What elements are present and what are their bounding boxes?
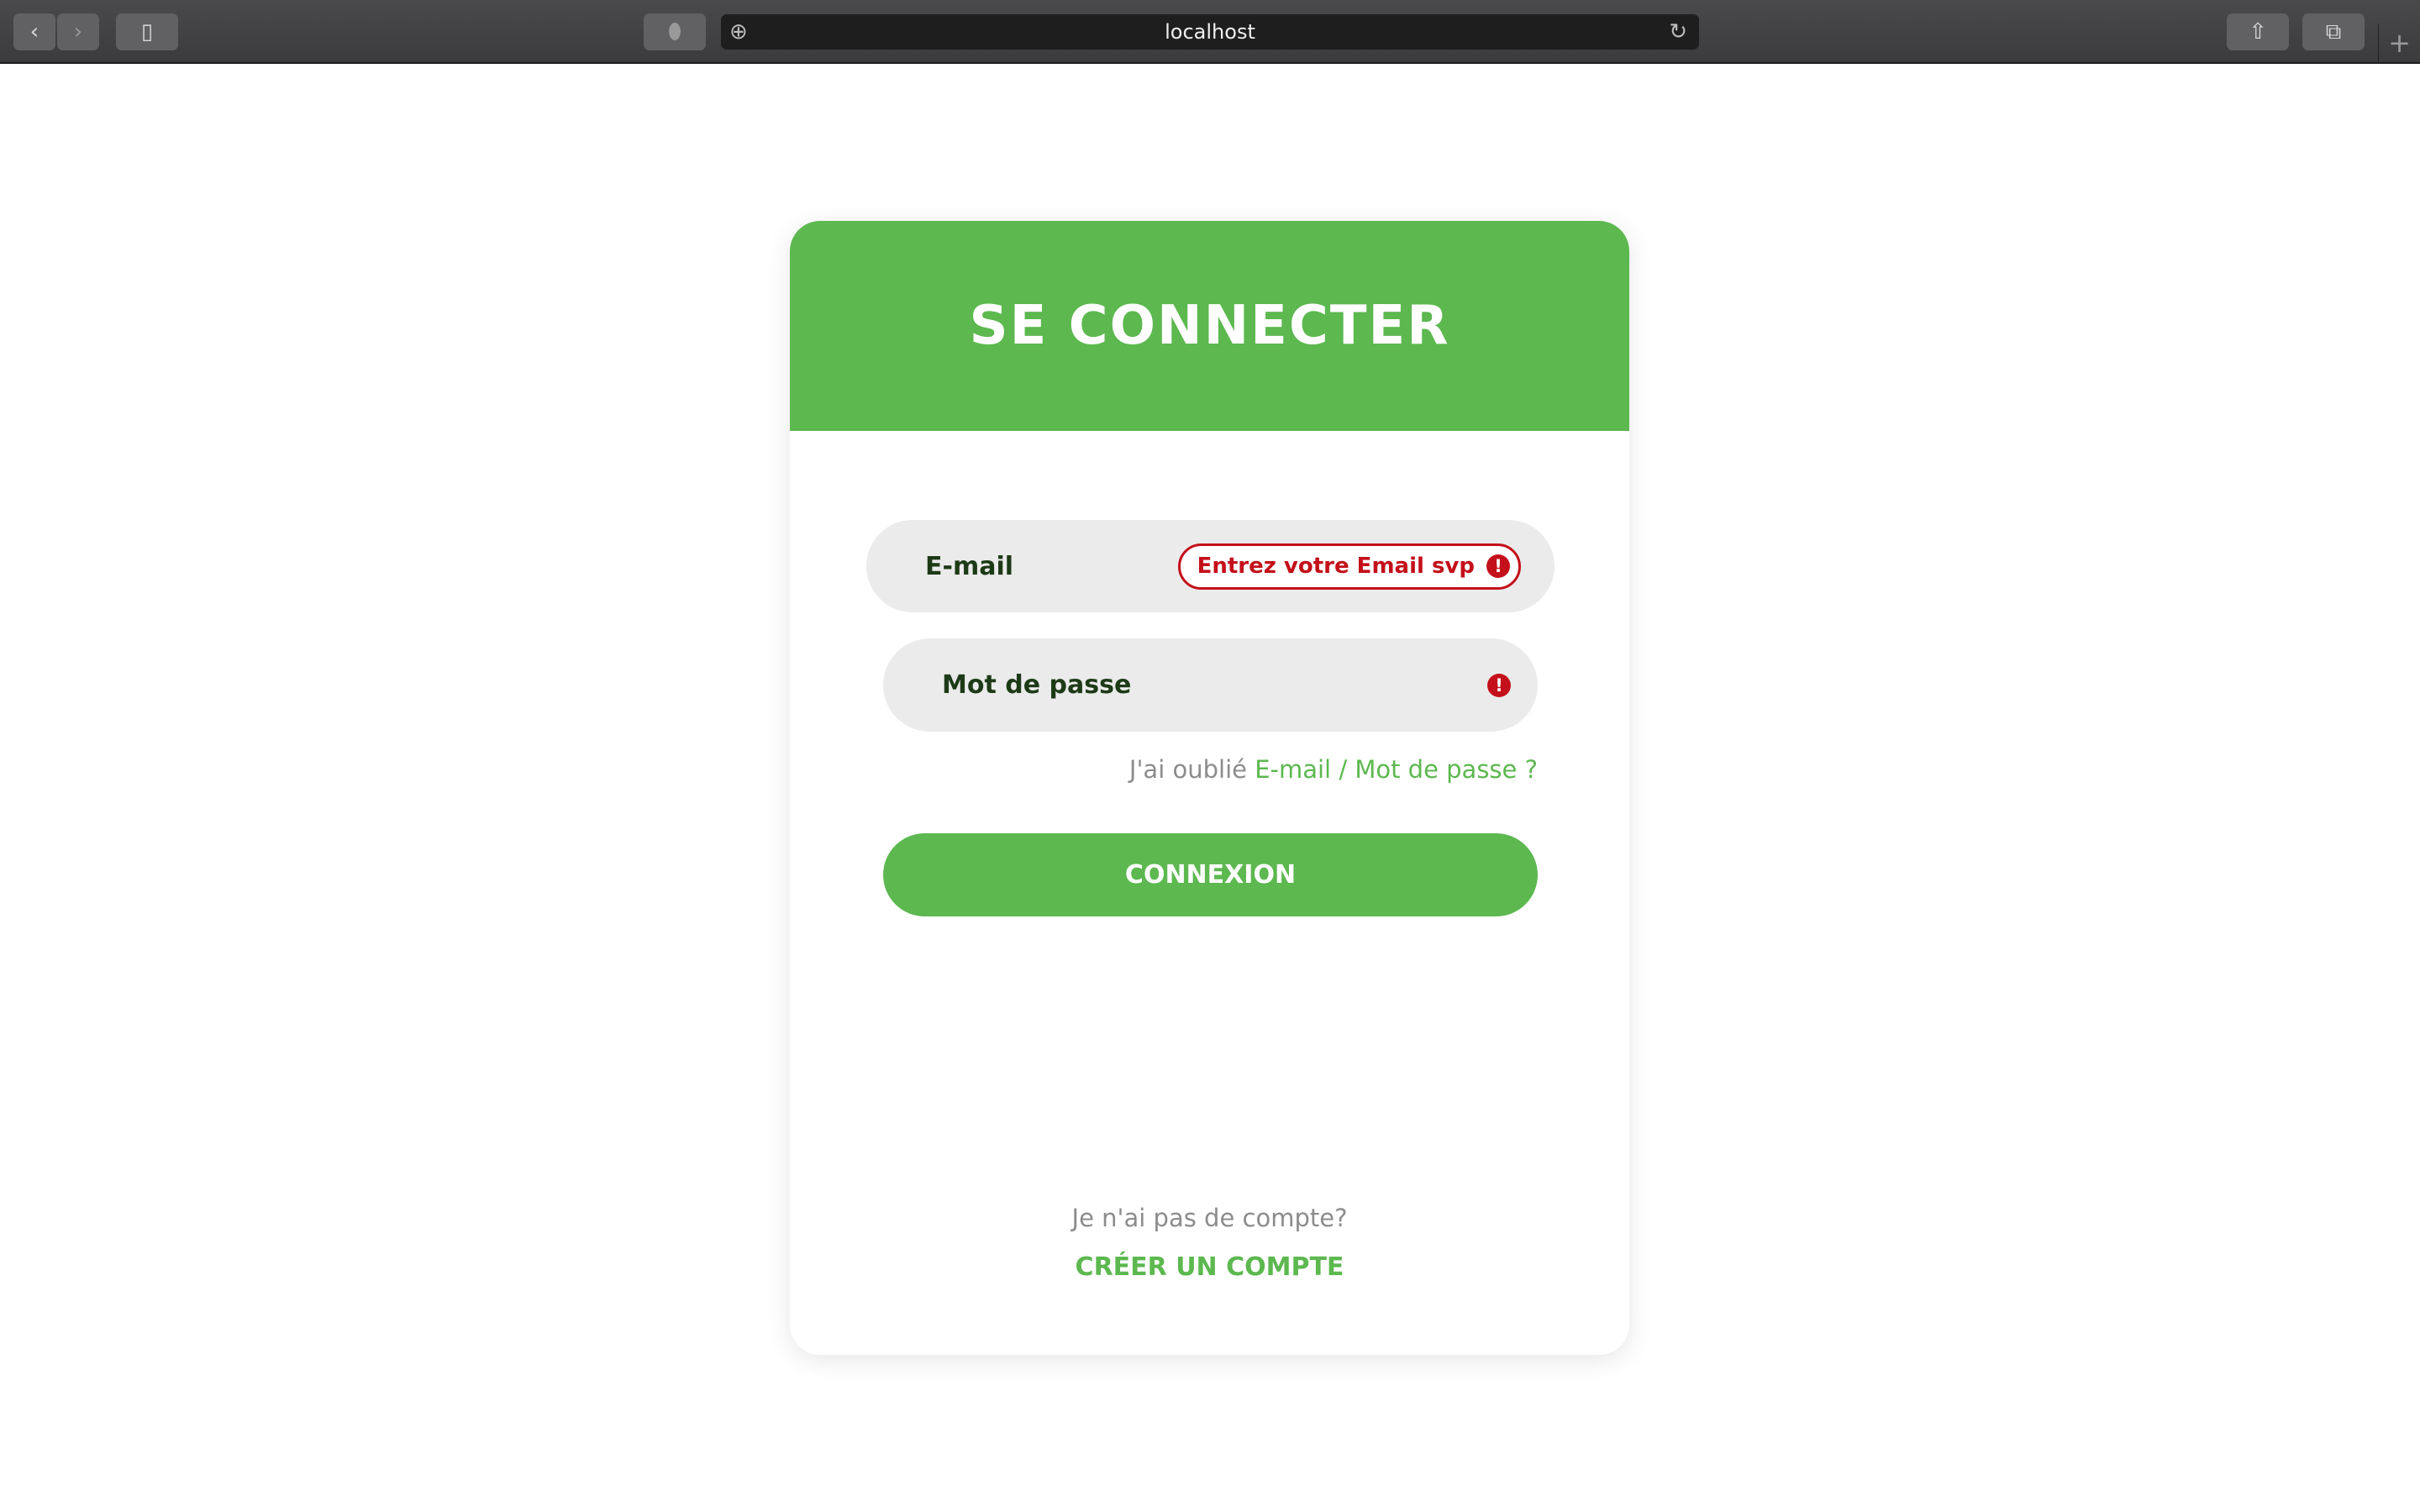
page-title: SE CONNECTER xyxy=(969,295,1450,357)
add-icon[interactable]: ⊕ xyxy=(729,19,748,45)
share-icon: ⇧ xyxy=(2249,19,2267,45)
tabs-button[interactable]: ⧉ xyxy=(2302,13,2365,50)
chevron-left-icon: ‹ xyxy=(29,19,39,45)
plus-icon: + xyxy=(2388,27,2411,59)
email-error-text: Entrez votre Email svp xyxy=(1197,554,1475,579)
create-account-link[interactable]: CRÉER UN COMPTE xyxy=(790,1252,1629,1282)
email-field[interactable]: E-mail Entrez votre Email svp ! xyxy=(866,520,1555,612)
password-field[interactable]: Mot de passe ! xyxy=(883,638,1538,732)
login-card: SE CONNECTER E-mail Entrez votre Email s… xyxy=(790,221,1629,1355)
chevron-right-icon: › xyxy=(73,19,83,45)
login-header: SE CONNECTER xyxy=(790,221,1629,431)
browser-toolbar: ‹ › ▯ ⬮ ⊕ localhost ↻ ⇧ ⧉ + xyxy=(0,0,2420,64)
no-account-text: Je n'ai pas de compte? xyxy=(1071,1204,1348,1232)
password-placeholder: Mot de passe xyxy=(942,670,1132,700)
forward-button[interactable]: › xyxy=(57,13,99,50)
privacy-button[interactable]: ⬮ xyxy=(644,13,706,50)
sidebar-icon: ▯ xyxy=(140,19,154,45)
back-button[interactable]: ‹ xyxy=(13,13,55,50)
new-tab-button[interactable]: + xyxy=(2378,24,2420,64)
share-button[interactable]: ⇧ xyxy=(2227,13,2289,50)
sidebar-button[interactable]: ▯ xyxy=(116,13,178,50)
login-button[interactable]: CONNEXION xyxy=(883,833,1538,916)
tabs-icon: ⧉ xyxy=(2325,18,2342,45)
error-icon: ! xyxy=(1486,554,1510,578)
login-button-label: CONNEXION xyxy=(1124,860,1297,890)
forgot-text: J'ai oublié E-mail / Mot de passe ? xyxy=(1129,755,1538,784)
reload-icon[interactable]: ↻ xyxy=(1669,19,1687,45)
url-text: localhost xyxy=(1165,20,1255,44)
email-placeholder: E-mail xyxy=(925,551,1014,581)
forgot-link[interactable]: E-mail / Mot de passe ? xyxy=(1255,755,1538,784)
error-icon: ! xyxy=(1487,673,1511,697)
shield-icon: ⬮ xyxy=(667,18,682,45)
forgot-prefix: J'ai oublié xyxy=(1128,755,1247,784)
email-error-badge: Entrez votre Email svp ! xyxy=(1177,543,1521,590)
address-bar[interactable]: ⊕ localhost ↻ xyxy=(721,14,1699,50)
